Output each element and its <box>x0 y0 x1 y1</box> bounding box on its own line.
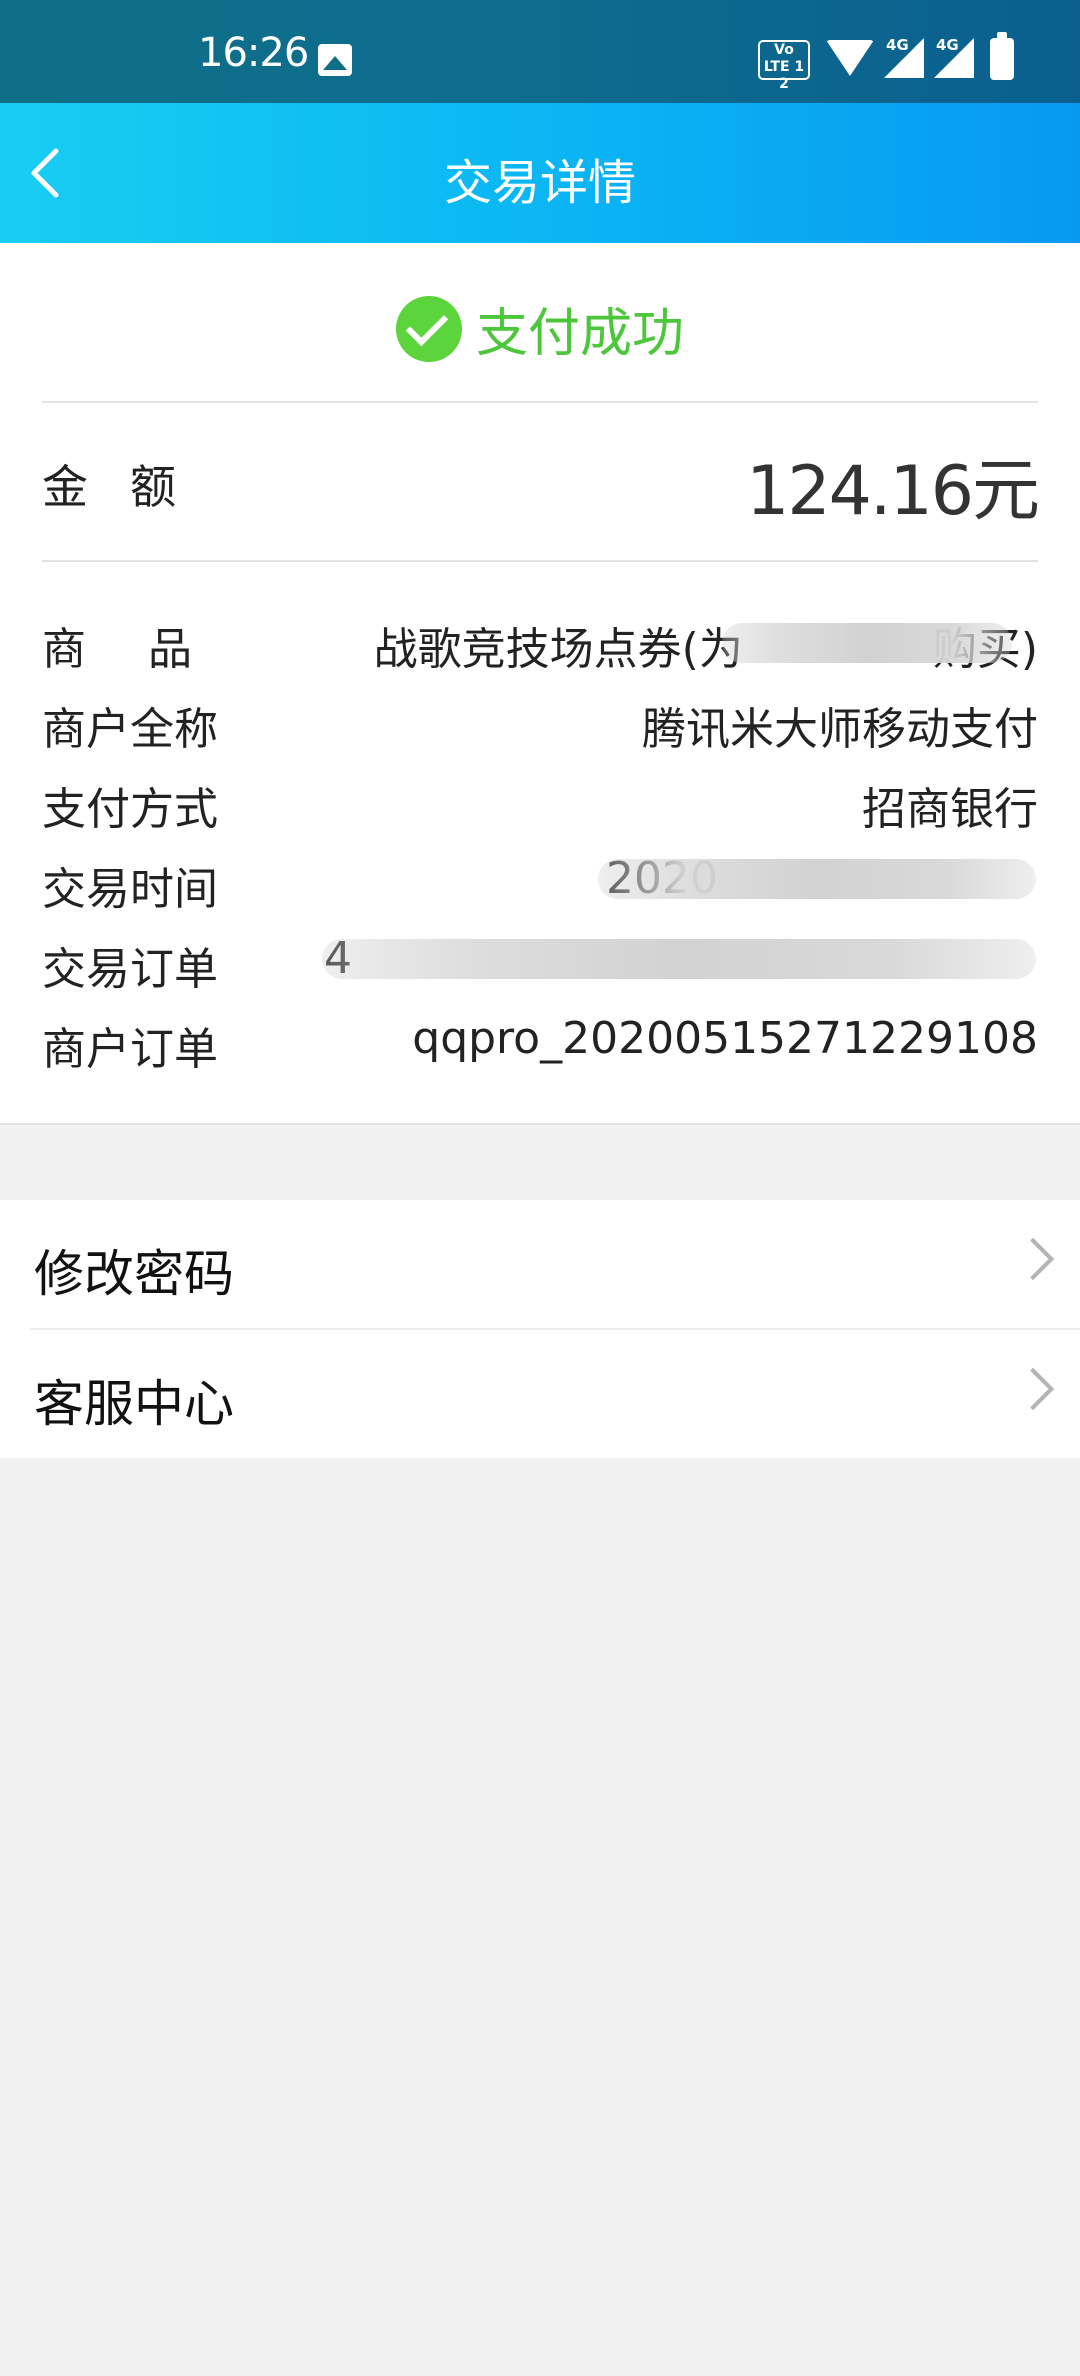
signal-4g-icon: 4G <box>934 36 974 78</box>
detail-value: 招商银行 <box>862 784 1038 835</box>
wifi-icon <box>826 40 874 76</box>
detail-label: 交易订单 <box>42 944 218 995</box>
detail-row-merchant: 商户全称 腾讯米大师移动支付 <box>42 693 1038 755</box>
detail-label: 商品 <box>42 624 254 675</box>
detail-row-transaction-order: 交易订单 4 <box>42 933 1038 995</box>
image-icon <box>318 44 352 76</box>
amount-value: 124.16元 <box>746 452 1040 531</box>
redaction-mask <box>322 939 1036 979</box>
battery-icon <box>990 32 1014 80</box>
detail-row-merchant-order: 商户订单 qqpro_20200515271229108 <box>42 1013 1038 1075</box>
transaction-detail-card: 支付成功 金额 124.16元 商品 战歌竞技场点券(为购买) 商户全称 腾讯米… <box>0 243 1080 1125</box>
menu-item-customer-service[interactable]: 客服中心 <box>30 1328 1080 1458</box>
payment-status: 支付成功 <box>0 291 1080 364</box>
detail-label: 支付方式 <box>42 784 218 835</box>
detail-value: 腾讯米大师移动支付 <box>642 704 1038 755</box>
network-type-label: 4G <box>936 36 959 54</box>
settings-menu: 修改密码 客服中心 <box>0 1200 1080 1458</box>
network-type-label: 4G <box>886 36 909 54</box>
detail-label: 商户订单 <box>42 1024 218 1075</box>
menu-item-label: 修改密码 <box>34 1245 234 1303</box>
chevron-right-icon <box>1011 1367 1055 1411</box>
status-time: 16:26 <box>198 30 309 76</box>
status-bar: 16:26 Vo LTE 1 2 4G 4G <box>0 0 1080 103</box>
status-text: 支付成功 <box>475 304 684 364</box>
divider <box>42 401 1038 403</box>
menu-item-label: 客服中心 <box>34 1375 234 1433</box>
detail-row-product: 商品 战歌竞技场点券(为购买) <box>42 613 1038 675</box>
detail-label: 商户全称 <box>42 704 218 755</box>
divider <box>42 560 1038 562</box>
redaction-mask <box>722 623 1012 663</box>
menu-item-change-password[interactable]: 修改密码 <box>0 1200 1080 1328</box>
detail-row-time: 交易时间 2020 <box>42 853 1038 915</box>
product-name: 战歌竞技场点券(为 <box>373 624 743 675</box>
title-bar: 交易详情 <box>0 103 1080 243</box>
redaction-mask <box>598 859 1036 899</box>
detail-label: 交易时间 <box>42 864 218 915</box>
page-title: 交易详情 <box>443 155 636 211</box>
chevron-right-icon <box>1011 1237 1055 1281</box>
detail-value: qqpro_20200515271229108 <box>412 1013 1038 1064</box>
amount-label: 金额 <box>42 460 218 514</box>
check-circle-icon <box>395 295 462 362</box>
detail-row-payment-method: 支付方式 招商银行 <box>42 773 1038 835</box>
volte-icon: Vo LTE 1 2 <box>758 40 810 92</box>
signal-4g-icon: 4G <box>884 36 924 78</box>
